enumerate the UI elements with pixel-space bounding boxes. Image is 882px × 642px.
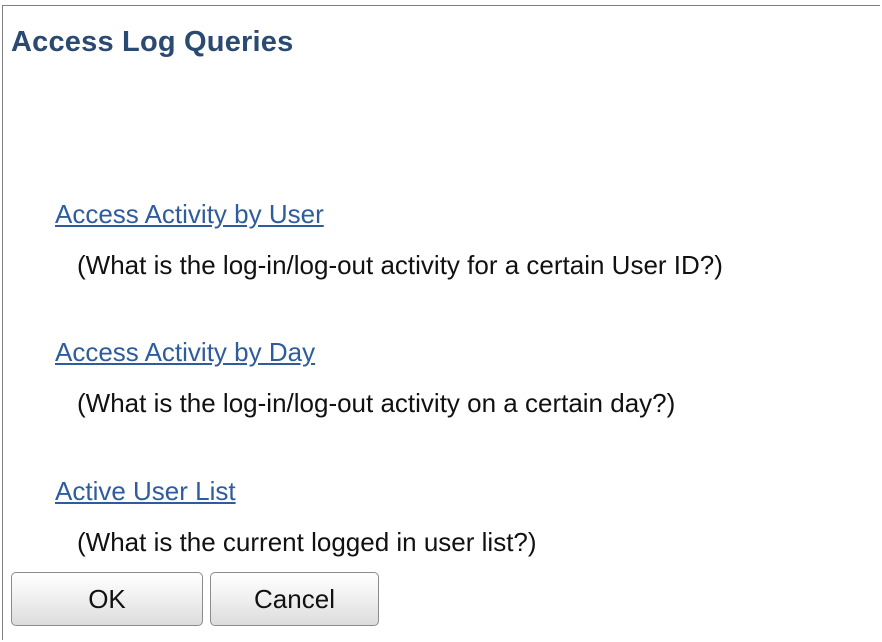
access-activity-by-user-link[interactable]: Access Activity by User [55, 197, 723, 231]
ok-button[interactable]: OK [11, 572, 203, 626]
access-activity-by-user-description: (What is the log-in/log-out activity for… [77, 250, 723, 280]
access-activity-by-day-description: (What is the log-in/log-out activity on … [77, 388, 676, 418]
query-access-activity-by-day: Access Activity by Day (What is the log-… [55, 335, 675, 420]
active-user-list-description: (What is the current logged in user list… [77, 527, 537, 557]
access-activity-by-day-link[interactable]: Access Activity by Day [55, 335, 675, 369]
cancel-button[interactable]: Cancel [210, 572, 379, 626]
query-access-activity-by-user: Access Activity by User (What is the log… [55, 197, 723, 282]
active-user-list-link[interactable]: Active User List [55, 474, 537, 508]
page-title: Access Log Queries [11, 26, 294, 58]
query-active-user-list: Active User List (What is the current lo… [55, 474, 537, 559]
